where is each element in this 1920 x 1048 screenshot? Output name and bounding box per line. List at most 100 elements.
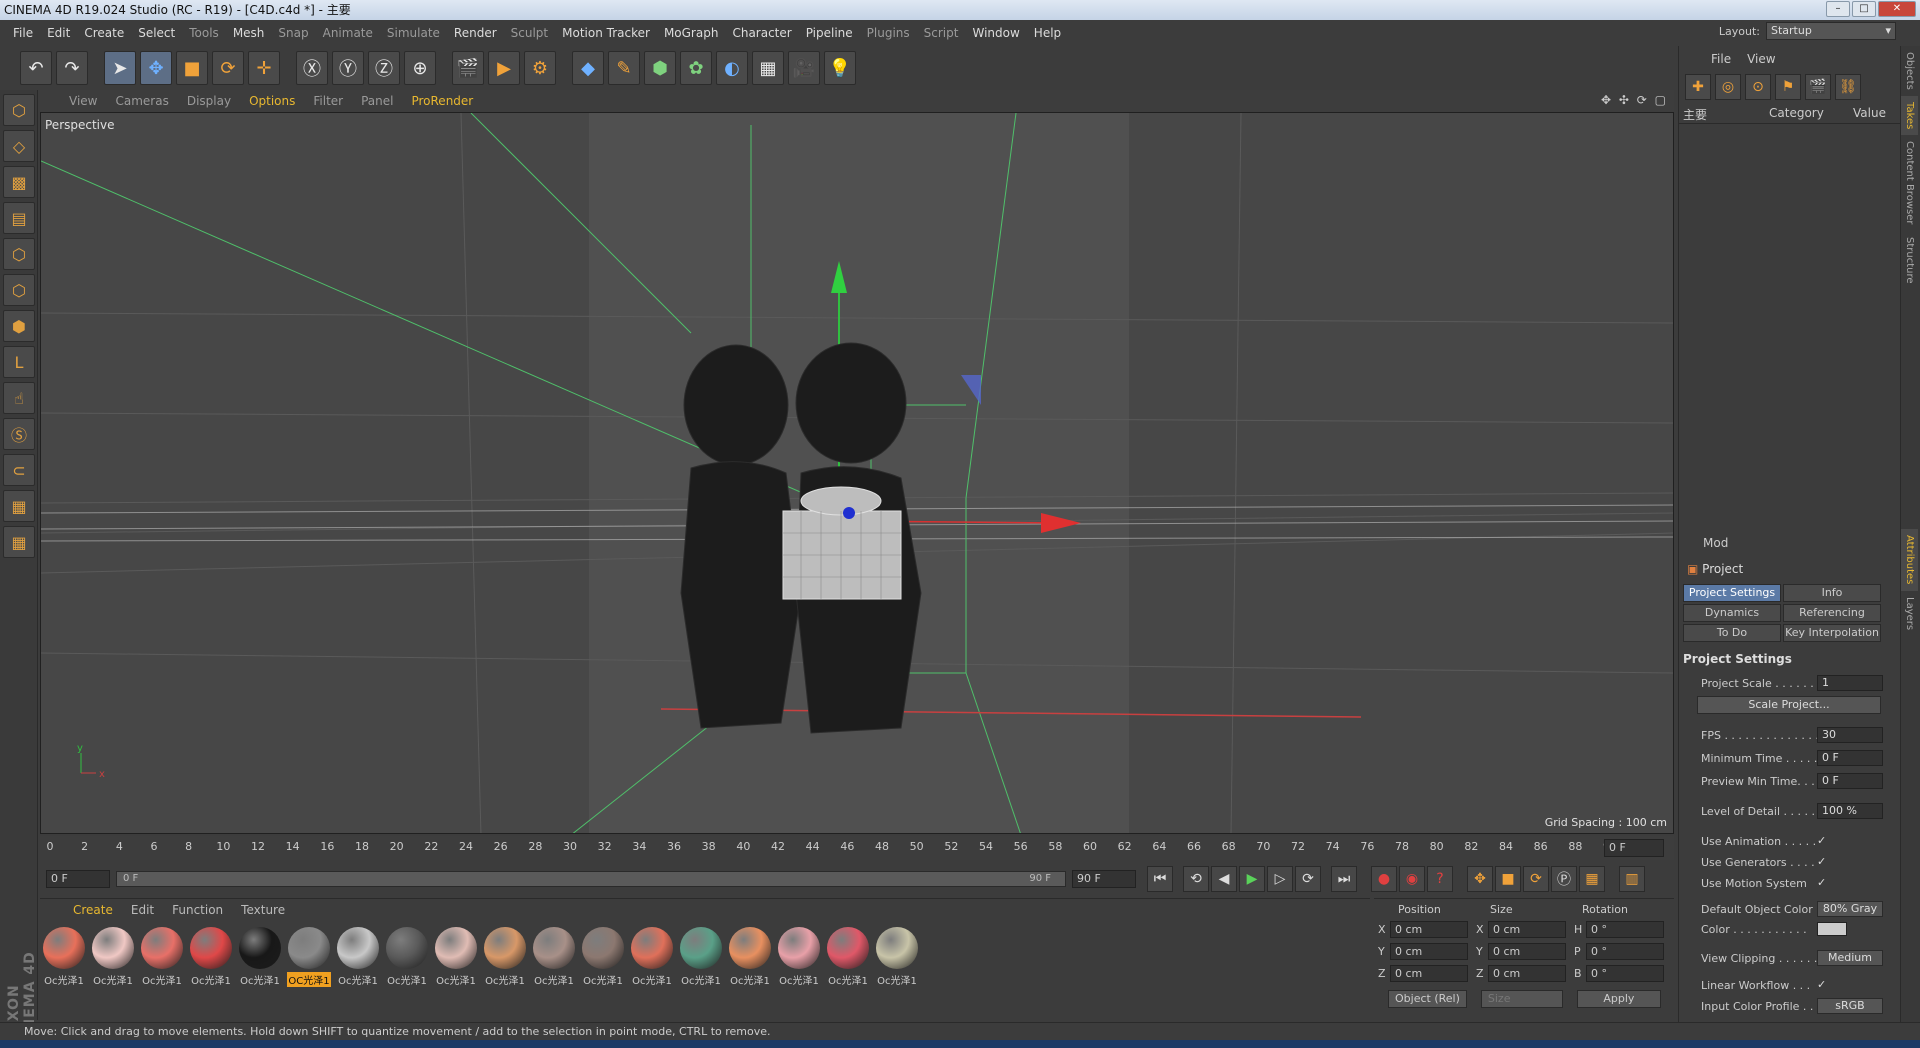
material-item[interactable]: Oc光泽1	[581, 927, 625, 987]
minimum-time-field[interactable]: 0 F	[1817, 750, 1883, 766]
menu-animate[interactable]: Animate	[316, 26, 380, 40]
material-menu-function[interactable]: Function	[163, 903, 232, 917]
polygons-mode-icon[interactable]: ⬢	[3, 310, 35, 342]
start-frame-field[interactable]: 0 F	[46, 870, 110, 888]
timeline-ruler[interactable]: 0 2 4 6 8 10 12 14 16 18 20 22 24 26 28 30 32 34 36 38 40 42 4…	[40, 836, 1674, 860]
move-tool-icon[interactable]: ✥	[140, 51, 172, 85]
light-icon[interactable]: 💡	[824, 51, 856, 85]
use-animation-checkbox[interactable]: ✓	[1817, 835, 1829, 847]
tweak-mode-icon[interactable]: ☝	[3, 382, 35, 414]
use-generators-checkbox[interactable]: ✓	[1817, 856, 1829, 868]
select-arrow-icon[interactable]: ➤	[104, 51, 136, 85]
material-item[interactable]: Oc光泽1	[238, 927, 282, 987]
material-item[interactable]: Oc光泽1	[42, 927, 86, 987]
menu-help[interactable]: Help	[1027, 26, 1068, 40]
make-editable-icon[interactable]: ⬡	[3, 94, 35, 126]
planar-workplane-icon[interactable]: ▦	[3, 526, 35, 558]
rotation-p-field[interactable]: 0 °	[1586, 943, 1664, 960]
pen-spline-icon[interactable]: ✎	[608, 51, 640, 85]
material-item[interactable]: Oc光泽1	[679, 927, 723, 987]
override-icon[interactable]: ⊙	[1745, 74, 1771, 100]
render-takes-icon[interactable]: 🎬	[1805, 74, 1831, 100]
material-item[interactable]: Oc光泽1	[532, 927, 576, 987]
input-color-profile-label[interactable]: Input Color Profile . .	[1701, 1000, 1817, 1013]
scale-project-button[interactable]: Scale Project...	[1697, 696, 1881, 714]
solo-icon[interactable]: Ⓢ	[3, 418, 35, 450]
cloner-icon[interactable]: ✿	[680, 51, 712, 85]
scale-tool-icon[interactable]: ■	[176, 51, 208, 85]
tab-project-settings[interactable]: Project Settings	[1683, 584, 1781, 602]
new-take-icon[interactable]: ✚	[1685, 74, 1711, 100]
tab-key-interpolation[interactable]: Key Interpolation	[1783, 624, 1881, 642]
record-active-icon[interactable]: ●	[1371, 866, 1397, 892]
input-color-profile-dropdown[interactable]: sRGB	[1817, 998, 1883, 1014]
axis-mode-icon[interactable]: L	[3, 346, 35, 378]
material-item[interactable]: Oc光泽1	[434, 927, 478, 987]
menu-script[interactable]: Script	[917, 26, 966, 40]
viewport-menu-prorender[interactable]: ProRender	[402, 94, 482, 108]
menu-edit[interactable]: Edit	[40, 26, 77, 40]
tab-takes[interactable]: Takes	[1901, 95, 1918, 136]
tab-to-do[interactable]: To Do	[1683, 624, 1781, 642]
material-item[interactable]: Oc光泽1	[826, 927, 870, 987]
texture-mode-icon[interactable]: ▩	[3, 166, 35, 198]
y-axis-lock-icon[interactable]: Ⓨ	[332, 51, 364, 85]
coordinate-system-icon[interactable]: ⊕	[404, 51, 436, 85]
level-of-detail-field[interactable]: 100 %	[1817, 803, 1883, 819]
menu-mesh[interactable]: Mesh	[226, 26, 272, 40]
play-icon[interactable]: ▶	[1239, 866, 1265, 892]
rotation-h-field[interactable]: 0 °	[1586, 921, 1664, 938]
points-mode-icon[interactable]: ⬡	[3, 238, 35, 270]
cube-primitive-icon[interactable]: ◆	[572, 51, 604, 85]
apply-button[interactable]: Apply	[1576, 990, 1661, 1008]
timeline-window-icon[interactable]: ▥	[1619, 866, 1645, 892]
current-frame-field[interactable]: 0 F	[1604, 839, 1664, 857]
subdivision-surface-icon[interactable]: ⬢	[644, 51, 676, 85]
render-view-icon[interactable]: 🎬	[452, 51, 484, 85]
viewport-menu-options[interactable]: Options	[240, 94, 304, 108]
view-clipping-dropdown[interactable]: Medium	[1817, 950, 1883, 966]
viewport-navigation-icons[interactable]: ✥ ✣ ⟳ ▢	[1601, 93, 1668, 107]
x-axis-lock-icon[interactable]: Ⓧ	[296, 51, 328, 85]
position-y-field[interactable]: 0 cm	[1390, 943, 1468, 960]
deformer-icon[interactable]: ◐	[716, 51, 748, 85]
key-pla-icon[interactable]: ▦	[1579, 866, 1605, 892]
material-item[interactable]: Oc光泽1	[630, 927, 674, 987]
layout-dropdown[interactable]: Startup	[1766, 22, 1896, 40]
viewport-menu-filter[interactable]: Filter	[304, 94, 352, 108]
material-item[interactable]: Oc光泽1	[140, 927, 184, 987]
menu-select[interactable]: Select	[131, 26, 182, 40]
model-mode-icon[interactable]: ◇	[3, 130, 35, 162]
menu-motion-tracker[interactable]: Motion Tracker	[555, 26, 657, 40]
preview-min-time-field[interactable]: 0 F	[1817, 773, 1883, 789]
position-x-field[interactable]: 0 cm	[1390, 921, 1468, 938]
z-axis-lock-icon[interactable]: Ⓩ	[368, 51, 400, 85]
key-parameter-icon[interactable]: Ⓟ	[1551, 866, 1577, 892]
menu-tools[interactable]: Tools	[182, 26, 226, 40]
material-menu-edit[interactable]: Edit	[122, 903, 163, 917]
clone-take-icon[interactable]: ◎	[1715, 74, 1741, 100]
key-scale-icon[interactable]: ■	[1495, 866, 1521, 892]
next-frame-icon[interactable]: ▷	[1267, 866, 1293, 892]
previous-frame-icon[interactable]: ◀	[1211, 866, 1237, 892]
menu-file[interactable]: File	[6, 26, 40, 40]
auto-take-icon[interactable]: ⚑	[1775, 74, 1801, 100]
perspective-viewport[interactable]: y x Perspective Grid Spacing : 100 cm	[40, 112, 1674, 834]
keyframe-selection-icon[interactable]: ?	[1427, 866, 1453, 892]
tab-info[interactable]: Info	[1783, 584, 1881, 602]
material-item[interactable]: Oc光泽1	[91, 927, 135, 987]
tab-content-browser[interactable]: Content Browser	[1901, 135, 1918, 230]
material-item[interactable]: Oc光泽1	[189, 927, 233, 987]
material-menu-create[interactable]: Create	[64, 903, 122, 917]
view-clipping-label[interactable]: View Clipping . . . . . .	[1701, 952, 1817, 965]
go-to-start-icon[interactable]: ⏮	[1147, 866, 1173, 892]
material-item[interactable]: Oc光泽1	[728, 927, 772, 987]
menu-pipeline[interactable]: Pipeline	[799, 26, 860, 40]
edges-mode-icon[interactable]: ⬡	[3, 274, 35, 306]
minimize-button[interactable]: –	[1826, 1, 1850, 17]
close-button[interactable]: ✕	[1878, 1, 1916, 17]
end-frame-field[interactable]: 90 F	[1072, 870, 1136, 888]
go-to-end-icon[interactable]: ⏭	[1331, 866, 1357, 892]
maximize-button[interactable]: □	[1852, 1, 1876, 17]
use-motion-system-checkbox[interactable]: ✓	[1817, 877, 1829, 889]
